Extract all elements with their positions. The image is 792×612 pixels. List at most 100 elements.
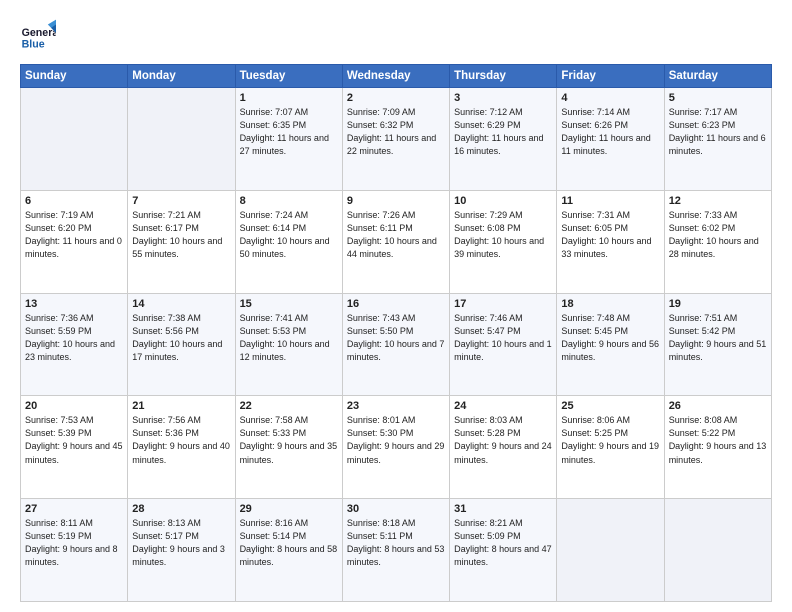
calendar-cell: 28 Sunrise: 8:13 AM Sunset: 5:17 PM Dayli… [128,499,235,602]
calendar-cell: 2 Sunrise: 7:09 AM Sunset: 6:32 PM Daylig… [342,88,449,191]
day-info: Sunrise: 7:07 AM Sunset: 6:35 PM Dayligh… [240,106,338,158]
day-number: 27 [25,503,123,515]
day-info: Sunrise: 7:14 AM Sunset: 6:26 PM Dayligh… [561,106,659,158]
day-number: 29 [240,503,338,515]
dow-header-thursday: Thursday [450,65,557,88]
day-number: 5 [669,92,767,104]
calendar-cell [128,88,235,191]
day-info: Sunrise: 8:18 AM Sunset: 5:11 PM Dayligh… [347,517,445,569]
day-number: 20 [25,400,123,412]
dow-header-saturday: Saturday [664,65,771,88]
day-number: 28 [132,503,230,515]
day-number: 22 [240,400,338,412]
calendar-cell: 11Sunrise: 7:31 AM Sunset: 6:05 PM Dayli… [557,190,664,293]
calendar-cell: 4Sunrise: 7:14 AM Sunset: 6:26 PM Daylig… [557,88,664,191]
calendar-cell: 9 Sunrise: 7:26 AM Sunset: 6:11 PM Daylig… [342,190,449,293]
calendar-cell: 19Sunrise: 7:51 AM Sunset: 5:42 PM Dayli… [664,293,771,396]
day-number: 9 [347,195,445,207]
day-info: Sunrise: 7:26 AM Sunset: 6:11 PM Dayligh… [347,209,445,261]
page: General Blue SundayMondayTuesdayWednesda… [0,0,792,612]
day-info: Sunrise: 8:13 AM Sunset: 5:17 PM Dayligh… [132,517,230,569]
day-number: 2 [347,92,445,104]
calendar-cell [557,499,664,602]
calendar-cell: 1 Sunrise: 7:07 AM Sunset: 6:35 PM Daylig… [235,88,342,191]
day-number: 19 [669,298,767,310]
day-info: Sunrise: 7:53 AM Sunset: 5:39 PM Dayligh… [25,414,123,466]
day-info: Sunrise: 7:36 AM Sunset: 5:59 PM Dayligh… [25,312,123,364]
day-info: Sunrise: 8:01 AM Sunset: 5:30 PM Dayligh… [347,414,445,466]
day-info: Sunrise: 7:09 AM Sunset: 6:32 PM Dayligh… [347,106,445,158]
day-info: Sunrise: 7:29 AM Sunset: 6:08 PM Dayligh… [454,209,552,261]
day-number: 10 [454,195,552,207]
day-info: Sunrise: 7:17 AM Sunset: 6:23 PM Dayligh… [669,106,767,158]
day-info: Sunrise: 7:56 AM Sunset: 5:36 PM Dayligh… [132,414,230,466]
day-number: 6 [25,195,123,207]
calendar-cell: 3 Sunrise: 7:12 AM Sunset: 6:29 PM Daylig… [450,88,557,191]
day-number: 30 [347,503,445,515]
calendar-cell: 18 Sunrise: 7:48 AM Sunset: 5:45 PM Dayli… [557,293,664,396]
day-number: 8 [240,195,338,207]
week-row-5: 27 Sunrise: 8:11 AM Sunset: 5:19 PM Dayli… [21,499,772,602]
logo: General Blue [20,18,56,54]
dow-header-monday: Monday [128,65,235,88]
calendar-cell: 26Sunrise: 8:08 AM Sunset: 5:22 PM Dayli… [664,396,771,499]
day-number: 24 [454,400,552,412]
calendar-cell: 23 Sunrise: 8:01 AM Sunset: 5:30 PM Dayli… [342,396,449,499]
day-info: Sunrise: 7:46 AM Sunset: 5:47 PM Dayligh… [454,312,552,364]
day-number: 25 [561,400,659,412]
day-number: 26 [669,400,767,412]
day-number: 18 [561,298,659,310]
dow-header-wednesday: Wednesday [342,65,449,88]
day-info: Sunrise: 7:33 AM Sunset: 6:02 PM Dayligh… [669,209,767,261]
days-of-week-row: SundayMondayTuesdayWednesdayThursdayFrid… [21,65,772,88]
dow-header-tuesday: Tuesday [235,65,342,88]
day-number: 31 [454,503,552,515]
calendar-cell: 31 Sunrise: 8:21 AM Sunset: 5:09 PM Dayli… [450,499,557,602]
calendar-cell: 30 Sunrise: 8:18 AM Sunset: 5:11 PM Dayli… [342,499,449,602]
calendar-cell: 20 Sunrise: 7:53 AM Sunset: 5:39 PM Dayli… [21,396,128,499]
calendar-cell: 12Sunrise: 7:33 AM Sunset: 6:02 PM Dayli… [664,190,771,293]
day-info: Sunrise: 7:12 AM Sunset: 6:29 PM Dayligh… [454,106,552,158]
calendar-cell: 10 Sunrise: 7:29 AM Sunset: 6:08 PM Dayli… [450,190,557,293]
day-info: Sunrise: 7:21 AM Sunset: 6:17 PM Dayligh… [132,209,230,261]
day-number: 1 [240,92,338,104]
day-number: 13 [25,298,123,310]
day-number: 11 [561,195,659,207]
week-row-4: 20 Sunrise: 7:53 AM Sunset: 5:39 PM Dayli… [21,396,772,499]
day-number: 3 [454,92,552,104]
day-number: 14 [132,298,230,310]
day-info: Sunrise: 8:21 AM Sunset: 5:09 PM Dayligh… [454,517,552,569]
calendar-cell: 25 Sunrise: 8:06 AM Sunset: 5:25 PM Dayli… [557,396,664,499]
day-number: 21 [132,400,230,412]
day-info: Sunrise: 7:38 AM Sunset: 5:56 PM Dayligh… [132,312,230,364]
calendar-cell: 29 Sunrise: 8:16 AM Sunset: 5:14 PM Dayli… [235,499,342,602]
day-number: 7 [132,195,230,207]
day-info: Sunrise: 8:16 AM Sunset: 5:14 PM Dayligh… [240,517,338,569]
week-row-1: 1 Sunrise: 7:07 AM Sunset: 6:35 PM Daylig… [21,88,772,191]
calendar-cell: 17Sunrise: 7:46 AM Sunset: 5:47 PM Dayli… [450,293,557,396]
svg-text:General: General [22,27,56,39]
day-info: Sunrise: 8:03 AM Sunset: 5:28 PM Dayligh… [454,414,552,466]
day-number: 23 [347,400,445,412]
calendar-cell: 8Sunrise: 7:24 AM Sunset: 6:14 PM Daylig… [235,190,342,293]
logo-icon: General Blue [20,18,56,54]
calendar-table: SundayMondayTuesdayWednesdayThursdayFrid… [20,64,772,602]
calendar-cell [21,88,128,191]
day-info: Sunrise: 7:48 AM Sunset: 5:45 PM Dayligh… [561,312,659,364]
calendar-cell: 13 Sunrise: 7:36 AM Sunset: 5:59 PM Dayli… [21,293,128,396]
calendar-cell: 24 Sunrise: 8:03 AM Sunset: 5:28 PM Dayli… [450,396,557,499]
day-info: Sunrise: 8:06 AM Sunset: 5:25 PM Dayligh… [561,414,659,466]
day-number: 15 [240,298,338,310]
week-row-3: 13 Sunrise: 7:36 AM Sunset: 5:59 PM Dayli… [21,293,772,396]
svg-text:Blue: Blue [22,38,45,50]
header: General Blue [20,18,772,54]
day-info: Sunrise: 7:43 AM Sunset: 5:50 PM Dayligh… [347,312,445,364]
calendar-cell: 21 Sunrise: 7:56 AM Sunset: 5:36 PM Dayli… [128,396,235,499]
week-row-2: 6 Sunrise: 7:19 AM Sunset: 6:20 PM Daylig… [21,190,772,293]
day-info: Sunrise: 7:41 AM Sunset: 5:53 PM Dayligh… [240,312,338,364]
day-info: Sunrise: 7:58 AM Sunset: 5:33 PM Dayligh… [240,414,338,466]
calendar-cell: 15 Sunrise: 7:41 AM Sunset: 5:53 PM Dayli… [235,293,342,396]
day-info: Sunrise: 7:19 AM Sunset: 6:20 PM Dayligh… [25,209,123,261]
calendar-cell: 7 Sunrise: 7:21 AM Sunset: 6:17 PM Daylig… [128,190,235,293]
day-info: Sunrise: 8:11 AM Sunset: 5:19 PM Dayligh… [25,517,123,569]
